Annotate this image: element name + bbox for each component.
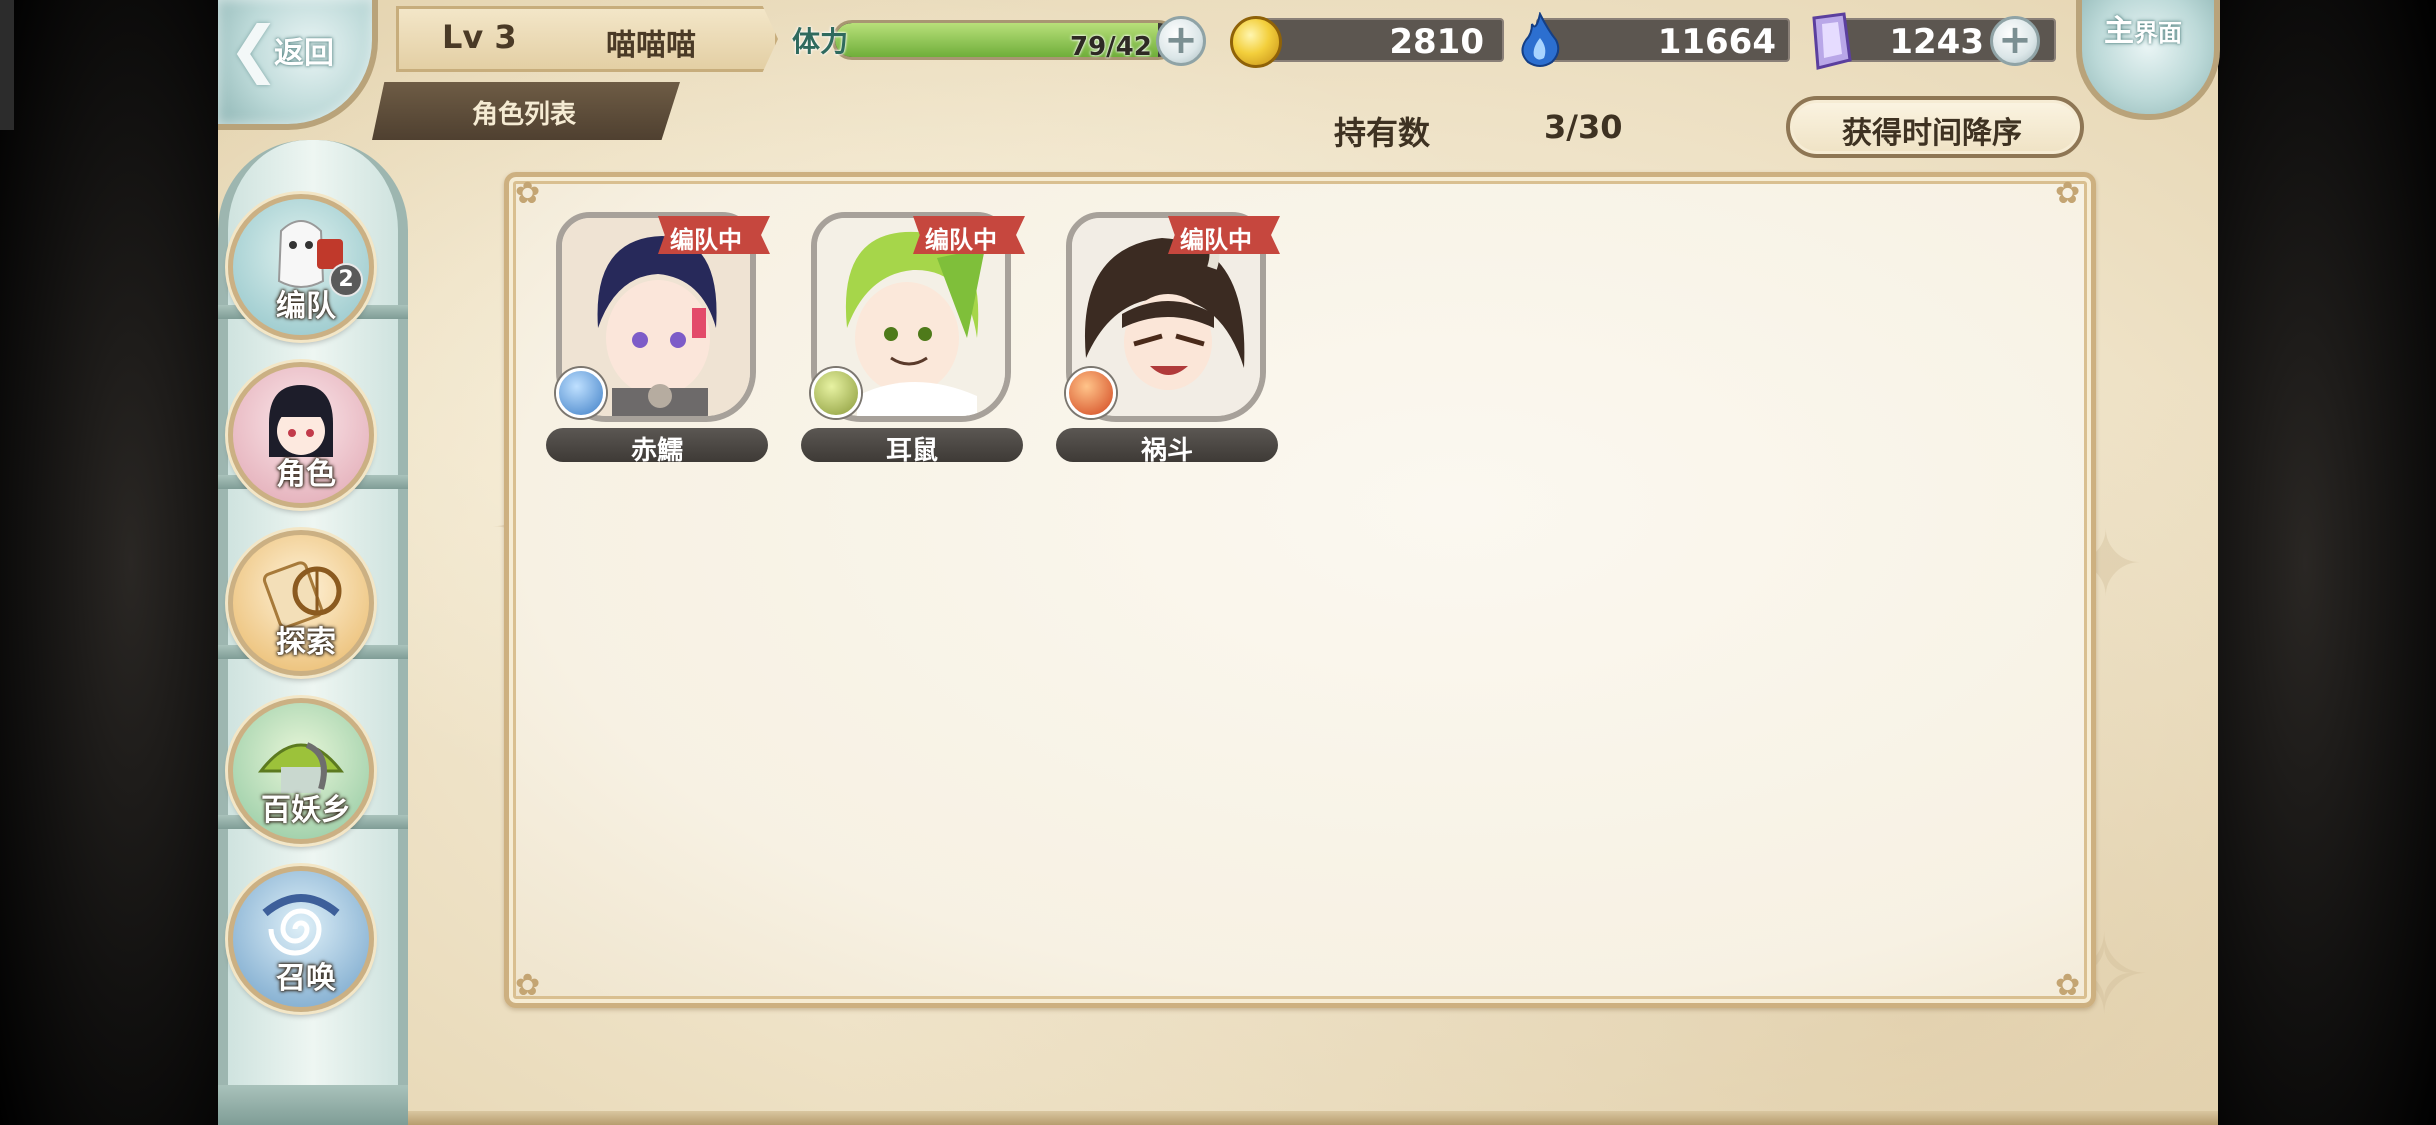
crystal-value: 1243: [1889, 22, 1984, 62]
character-name: 赤鱬: [630, 436, 683, 466]
gold-value: 2810: [1389, 22, 1484, 62]
add-crystal-button[interactable]: +: [1990, 16, 2040, 66]
in-team-badge-text: 编队中: [1180, 226, 1252, 254]
home-label: 主界面: [2104, 14, 2182, 49]
right-dark-margin: [2218, 0, 2436, 1125]
fire-element-icon: [1066, 368, 1116, 418]
owned-count-label: 持有数: [1334, 114, 1431, 152]
nav-character-button[interactable]: 角色: [228, 362, 374, 508]
add-stamina-button[interactable]: +: [1156, 16, 1206, 66]
player-level: Lv 3: [442, 18, 517, 56]
tab-character-list-label: 角色列表: [472, 100, 577, 130]
soul-value: 11664: [1657, 22, 1776, 62]
back-arrow-icon: ❮: [228, 12, 280, 85]
sort-label: 获得时间降序: [1842, 116, 2022, 151]
owned-count-value: 3/30: [1544, 108, 1623, 146]
blue-flame-icon: [1521, 12, 1560, 67]
nav-summon-button[interactable]: 召唤: [228, 866, 374, 1012]
wind-element-icon: [811, 368, 861, 418]
character-card[interactable]: 编队中 赤鱬: [546, 212, 770, 466]
character-card[interactable]: 编队中 祸斗: [1056, 212, 1280, 466]
nav-explore-button[interactable]: 探索: [228, 530, 374, 676]
back-label: 返回: [274, 36, 334, 71]
nav-village-label: 百妖乡: [261, 793, 351, 828]
in-team-badge-text: 编队中: [925, 226, 997, 254]
nav-team-label: 编队: [276, 289, 336, 324]
purple-crystal-icon: [1812, 12, 1852, 70]
water-element-icon: [556, 368, 606, 418]
nav-explore-label: 探索: [276, 625, 336, 660]
in-team-badge-text: 编队中: [670, 226, 742, 254]
nav-village-button[interactable]: 百妖乡: [228, 698, 374, 844]
character-name: 耳鼠: [885, 436, 938, 466]
stamina-value: 79/42: [1070, 32, 1152, 62]
character-card[interactable]: 编队中 耳鼠: [801, 212, 1025, 466]
stamina-label: 体力: [792, 25, 849, 58]
gold-coin-icon: [1230, 16, 1282, 68]
character-name: 祸斗: [1140, 436, 1193, 466]
nav-summon-label: 召唤: [276, 961, 336, 996]
nav-character-label: 角色: [276, 457, 336, 492]
game-screen: ✦ ✦ ✦ ✧ 2 编队 角色 探索: [0, 0, 2436, 1125]
left-dark-margin: [0, 0, 218, 1125]
nav-team-button[interactable]: 2 编队: [228, 194, 374, 340]
player-name: 喵喵喵: [606, 28, 696, 63]
